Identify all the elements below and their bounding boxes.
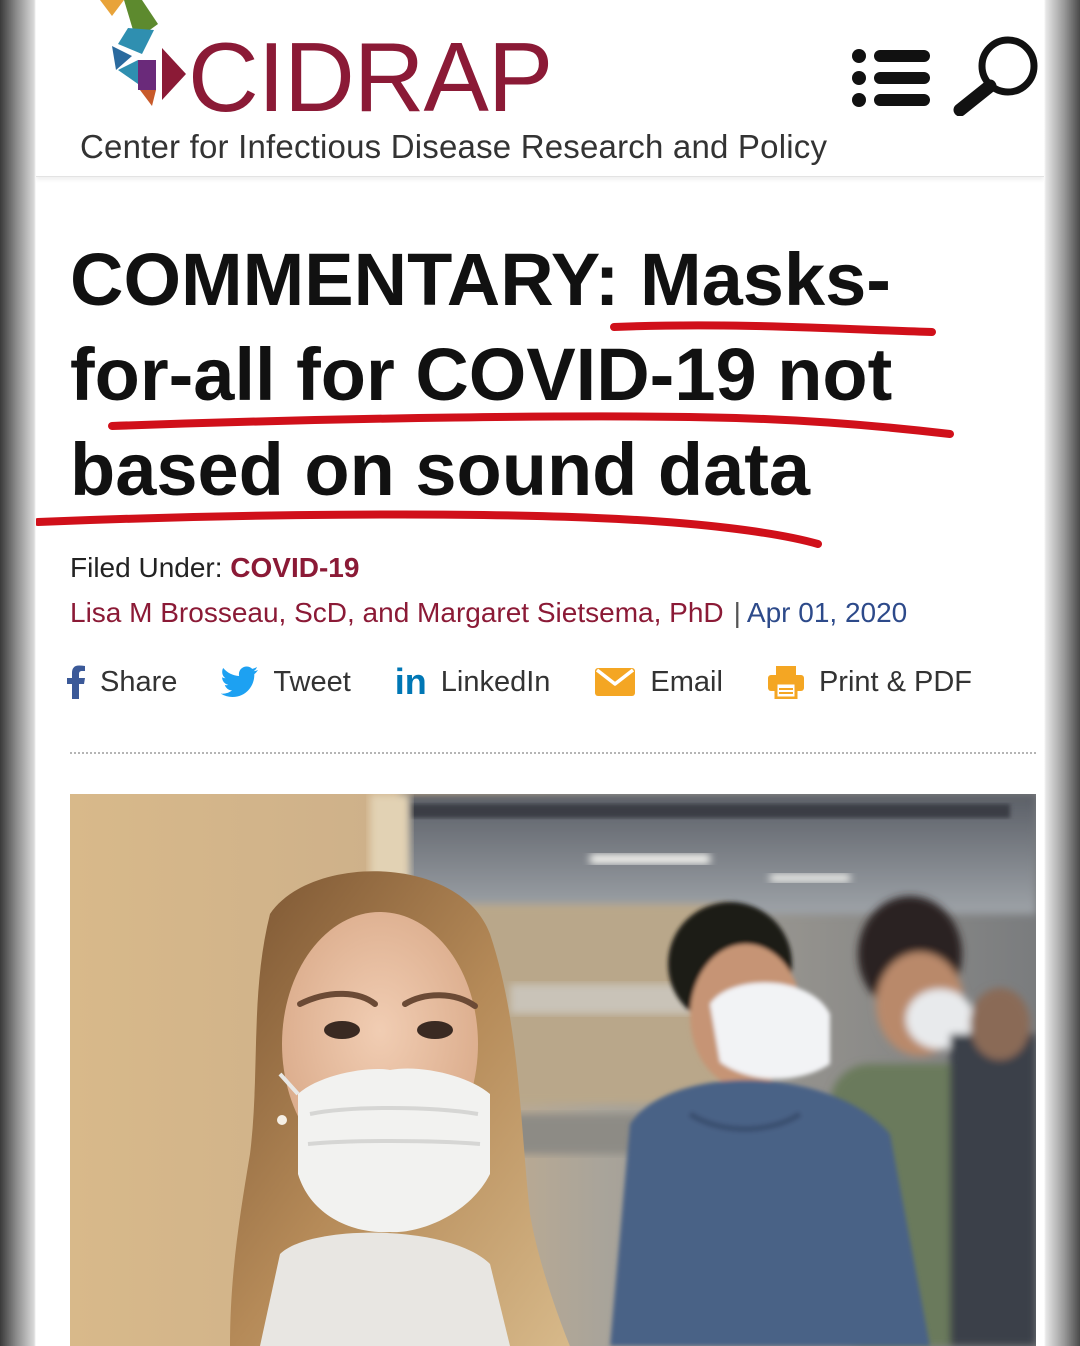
publish-date: Apr 01, 2020 (746, 597, 908, 628)
printer-icon (767, 665, 805, 699)
byline-separator: | (733, 597, 741, 628)
email-share-button[interactable]: Email (594, 666, 723, 699)
site-tagline: Center for Infectious Disease Research a… (80, 128, 828, 165)
envelope-icon (594, 667, 636, 697)
linkedin-share-button[interactable]: in LinkedIn (395, 661, 551, 703)
site-header: CIDRAP Center for Infectious Disease Res… (36, 0, 1044, 177)
facebook-share-label: Share (100, 665, 178, 698)
print-pdf-label: Print & PDF (818, 665, 973, 698)
linkedin-share-label: LinkedIn (440, 665, 551, 698)
author-links[interactable]: Lisa M Brosseau, ScD, and Margaret Siets… (70, 597, 724, 628)
filed-under-category-link[interactable]: COVID-19 (230, 552, 359, 583)
byline: Lisa M Brosseau, ScD, and Margaret Siets… (70, 597, 907, 629)
filed-under: Filed Under: COVID-19 (70, 552, 359, 584)
article-headline: COMMENTARY: Masks-for-all for COVID-19 n… (70, 238, 893, 511)
filed-under-label: Filed Under: (70, 552, 223, 583)
share-bar: Share Tweet in LinkedIn Email Print & PD… (66, 660, 1026, 704)
article-hero-photo (70, 794, 1036, 1346)
twitter-tweet-button[interactable]: Tweet (221, 665, 351, 699)
cidrap-logo-mark-icon[interactable] (66, 0, 206, 115)
email-share-label: Email (650, 665, 723, 698)
linkedin-icon: in (394, 661, 427, 702)
magnifier-icon[interactable] (952, 32, 1044, 116)
twitter-bird-icon (221, 666, 259, 698)
site-logo[interactable]: CIDRAP (188, 22, 553, 132)
facebook-icon (66, 665, 86, 699)
facebook-share-button[interactable]: Share (66, 665, 177, 699)
twitter-tweet-label: Tweet (273, 665, 351, 698)
print-pdf-button[interactable]: Print & PDF (767, 665, 972, 699)
page: CIDRAP Center for Infectious Disease Res… (36, 0, 1044, 1346)
dotted-divider (70, 752, 1036, 754)
list-menu-icon[interactable] (850, 46, 932, 110)
